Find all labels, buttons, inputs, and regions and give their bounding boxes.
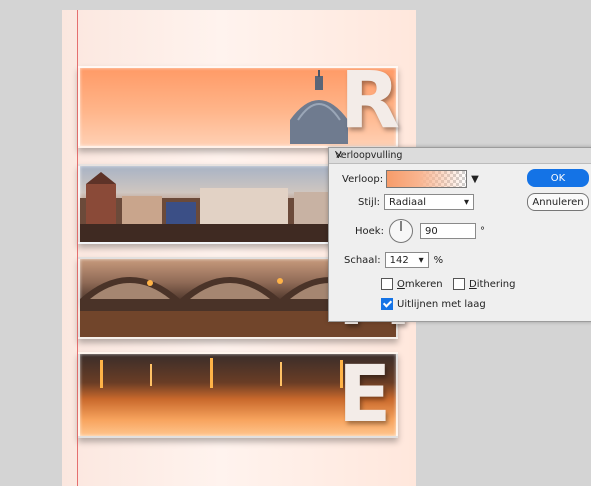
align-checkbox[interactable] bbox=[381, 298, 393, 310]
reverse-checkbox[interactable] bbox=[381, 278, 393, 290]
reverse-option[interactable]: Omkeren bbox=[381, 278, 443, 290]
angle-value: 90 bbox=[424, 225, 438, 237]
chevron-down-icon: ▾ bbox=[418, 254, 424, 266]
angle-input[interactable]: 90 bbox=[419, 223, 476, 239]
dither-option[interactable]: Dithering bbox=[453, 278, 515, 290]
align-option[interactable]: Uitlijnen met laag bbox=[381, 298, 486, 310]
style-label: Stijl: bbox=[358, 196, 380, 208]
scale-value: 142 bbox=[389, 254, 409, 266]
letter-r: R bbox=[340, 56, 401, 146]
gradient-swatch[interactable] bbox=[386, 170, 468, 188]
scale-label: Schaal: bbox=[344, 254, 381, 266]
dither-checkbox[interactable] bbox=[453, 278, 465, 290]
dither-label: ithering bbox=[476, 278, 516, 290]
guide-line[interactable] bbox=[77, 10, 78, 486]
angle-dial[interactable] bbox=[388, 218, 414, 244]
chevron-down-icon[interactable]: ▼ bbox=[471, 174, 479, 185]
ok-button[interactable]: OK bbox=[527, 169, 589, 187]
chevron-down-icon: ▾ bbox=[463, 196, 469, 208]
dialog-titlebar[interactable]: Verloopvulling × bbox=[329, 148, 591, 164]
angle-unit: ° bbox=[479, 225, 485, 237]
cancel-button[interactable]: Annuleren bbox=[527, 193, 589, 211]
angle-label: Hoek: bbox=[355, 225, 384, 237]
reverse-key: O bbox=[397, 278, 405, 290]
align-label: Uitlijnen met laag bbox=[397, 298, 486, 310]
style-select[interactable]: Radiaal ▾ bbox=[383, 194, 474, 210]
style-value: Radiaal bbox=[388, 196, 427, 208]
scale-input[interactable]: 142 ▾ bbox=[384, 252, 429, 268]
dither-key: D bbox=[469, 278, 477, 290]
letter-e: E bbox=[338, 350, 392, 440]
reverse-label: mkeren bbox=[404, 278, 443, 290]
gradient-fill-dialog: Verloopvulling × Verloop: ▼ OK Annuleren… bbox=[328, 147, 591, 322]
close-icon[interactable]: × bbox=[335, 150, 590, 161]
gradient-label: Verloop: bbox=[342, 173, 384, 185]
scale-unit: % bbox=[433, 254, 444, 266]
